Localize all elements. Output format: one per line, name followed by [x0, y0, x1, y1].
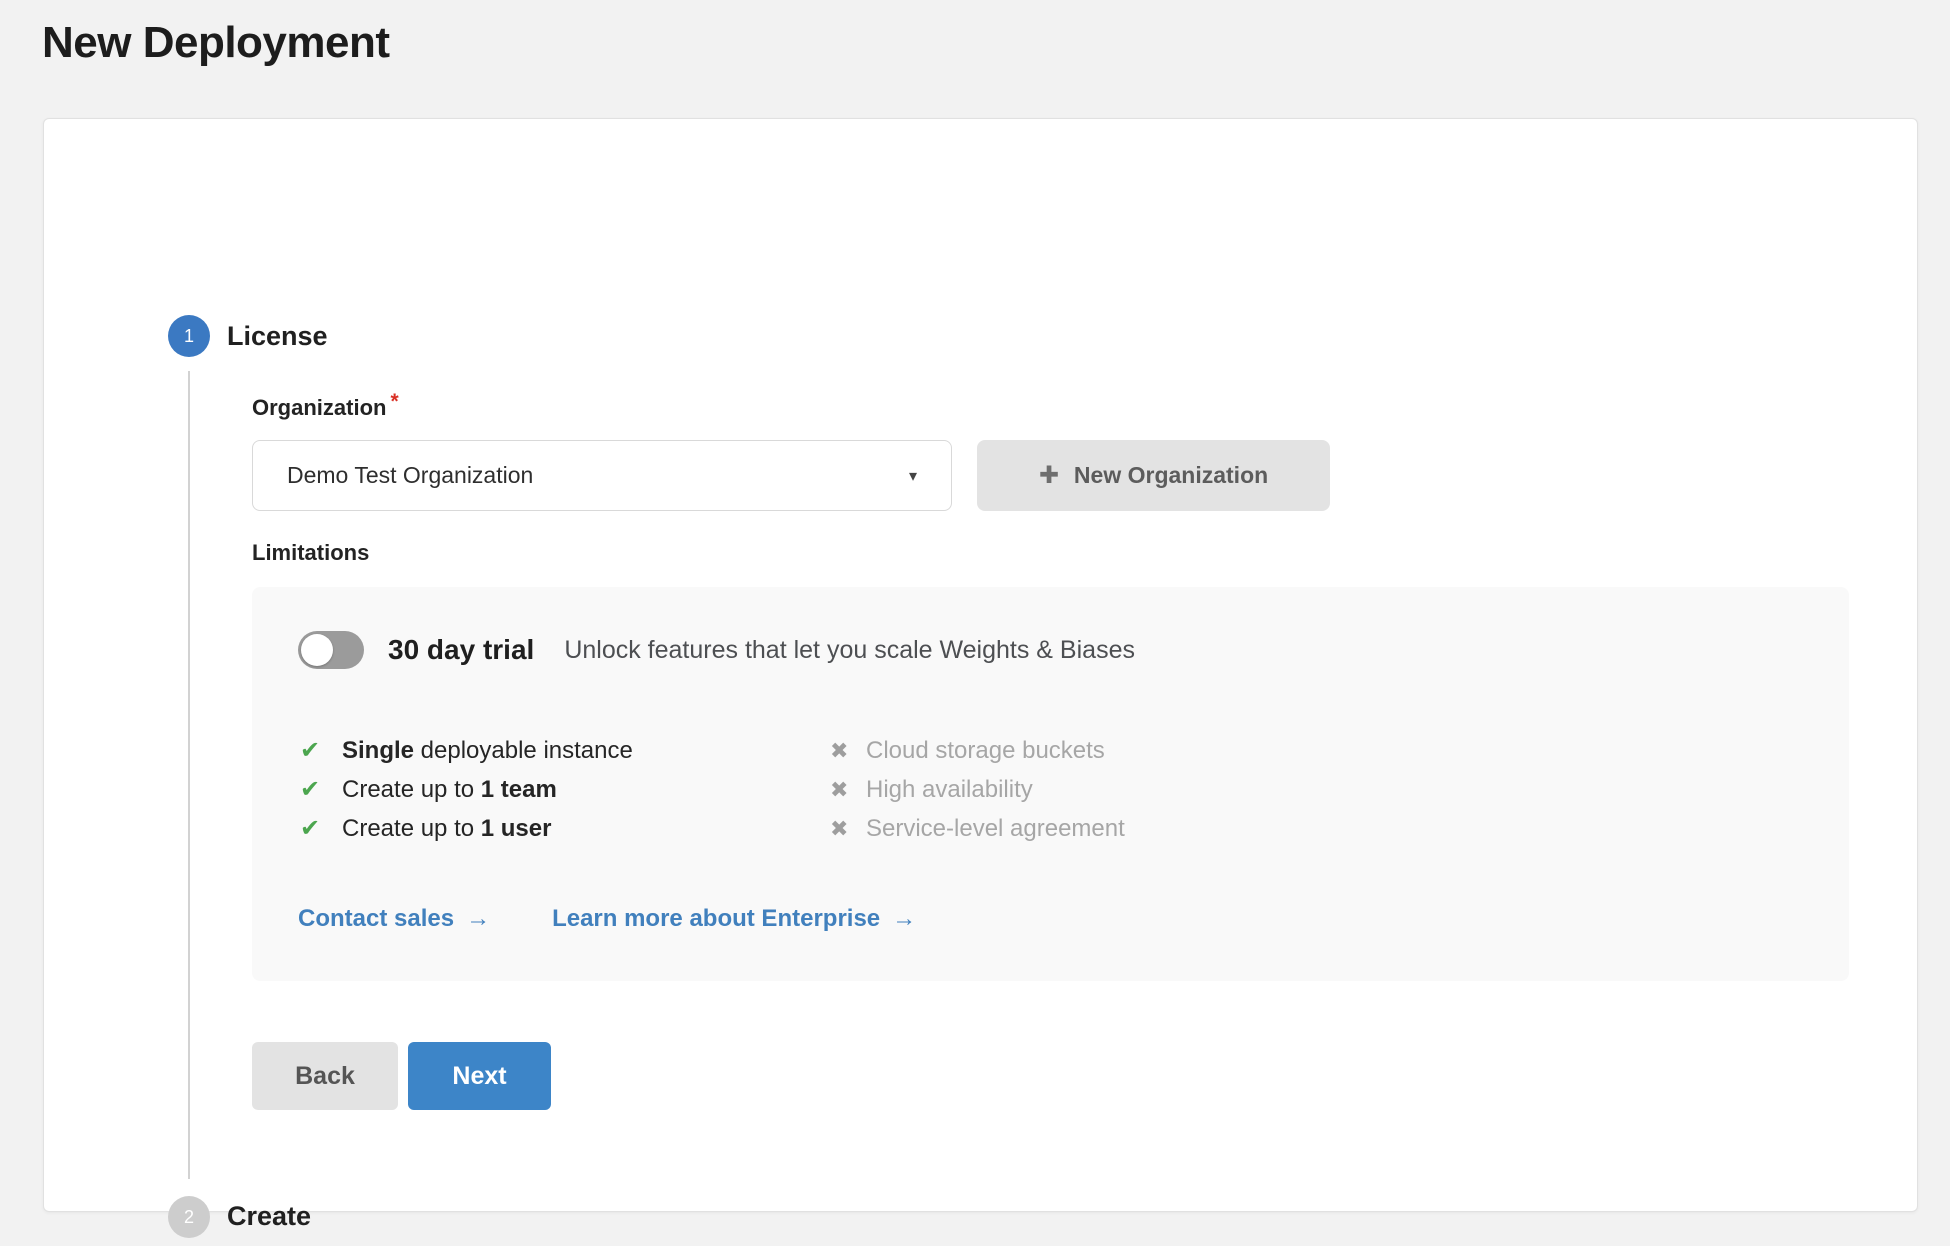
x-icon: ✖ [830, 816, 866, 842]
limitations-panel: 30 day trial Unlock features that let yo… [252, 587, 1849, 981]
toggle-knob [301, 634, 333, 666]
new-deployment-page: New Deployment 1 License Organization* D… [0, 0, 1950, 1246]
feature-text: deployable instance [414, 737, 633, 765]
chevron-down-icon: ▾ [909, 466, 917, 486]
feature-row: ✖ Service-level agreement [830, 809, 1125, 848]
check-icon: ✔ [300, 814, 342, 843]
step-1-indicator: 1 [168, 315, 210, 357]
x-icon: ✖ [830, 738, 866, 764]
feature-row: ✔ Single deployable instance [300, 731, 633, 770]
new-organization-button-label: New Organization [1074, 462, 1268, 489]
arrow-right-icon: → [892, 905, 916, 933]
learn-more-link-label: Learn more about Enterprise [552, 905, 880, 933]
deployment-wizard-card: 1 License Organization* Demo Test Organi… [43, 118, 1918, 1212]
step-2-number: 2 [184, 1207, 194, 1228]
organization-label: Organization* [252, 395, 399, 421]
step-1-number: 1 [184, 326, 194, 347]
trial-description: Unlock features that let you scale Weigh… [564, 636, 1135, 665]
check-icon: ✔ [300, 775, 342, 804]
next-button[interactable]: Next [408, 1042, 551, 1110]
learn-more-enterprise-link[interactable]: Learn more about Enterprise → [552, 905, 916, 933]
organization-selected-value: Demo Test Organization [287, 462, 533, 489]
excluded-features-list: ✖ Cloud storage buckets ✖ High availabil… [830, 731, 1125, 848]
contact-sales-link[interactable]: Contact sales → [298, 905, 490, 933]
arrow-right-icon: → [466, 905, 490, 933]
feature-row: ✖ High availability [830, 770, 1125, 809]
organization-select[interactable]: Demo Test Organization ▾ [252, 440, 952, 511]
trial-title: 30 day trial [388, 634, 534, 666]
limitations-label: Limitations [252, 540, 369, 566]
trial-toggle[interactable] [298, 631, 364, 669]
links-row: Contact sales → Learn more about Enterpr… [298, 905, 916, 933]
feature-text: Single [342, 737, 414, 765]
feature-text: 1 team [481, 776, 557, 804]
required-asterisk: * [390, 390, 398, 413]
feature-text: Create up to [342, 815, 481, 843]
x-icon: ✖ [830, 777, 866, 803]
feature-text: Cloud storage buckets [866, 737, 1105, 765]
step-2-label: Create [227, 1201, 311, 1232]
feature-text: 1 user [481, 815, 552, 843]
feature-text: Create up to [342, 776, 481, 804]
organization-label-text: Organization [252, 395, 386, 420]
feature-row: ✔ Create up to 1 user [300, 809, 633, 848]
back-button[interactable]: Back [252, 1042, 398, 1110]
step-2-indicator: 2 [168, 1196, 210, 1238]
feature-row: ✔ Create up to 1 team [300, 770, 633, 809]
feature-text: High availability [866, 776, 1033, 804]
contact-sales-link-label: Contact sales [298, 905, 454, 933]
trial-toggle-row: 30 day trial Unlock features that let yo… [298, 631, 1135, 669]
page-title: New Deployment [42, 18, 390, 68]
new-organization-button[interactable]: ✚ New Organization [977, 440, 1330, 511]
included-features-list: ✔ Single deployable instance ✔ Create up… [300, 731, 633, 848]
step-1-label: License [227, 321, 328, 352]
plus-icon: ✚ [1039, 461, 1059, 490]
feature-text: Service-level agreement [866, 815, 1125, 843]
feature-row: ✖ Cloud storage buckets [830, 731, 1125, 770]
stepper-connector-line [188, 371, 190, 1179]
check-icon: ✔ [300, 736, 342, 765]
